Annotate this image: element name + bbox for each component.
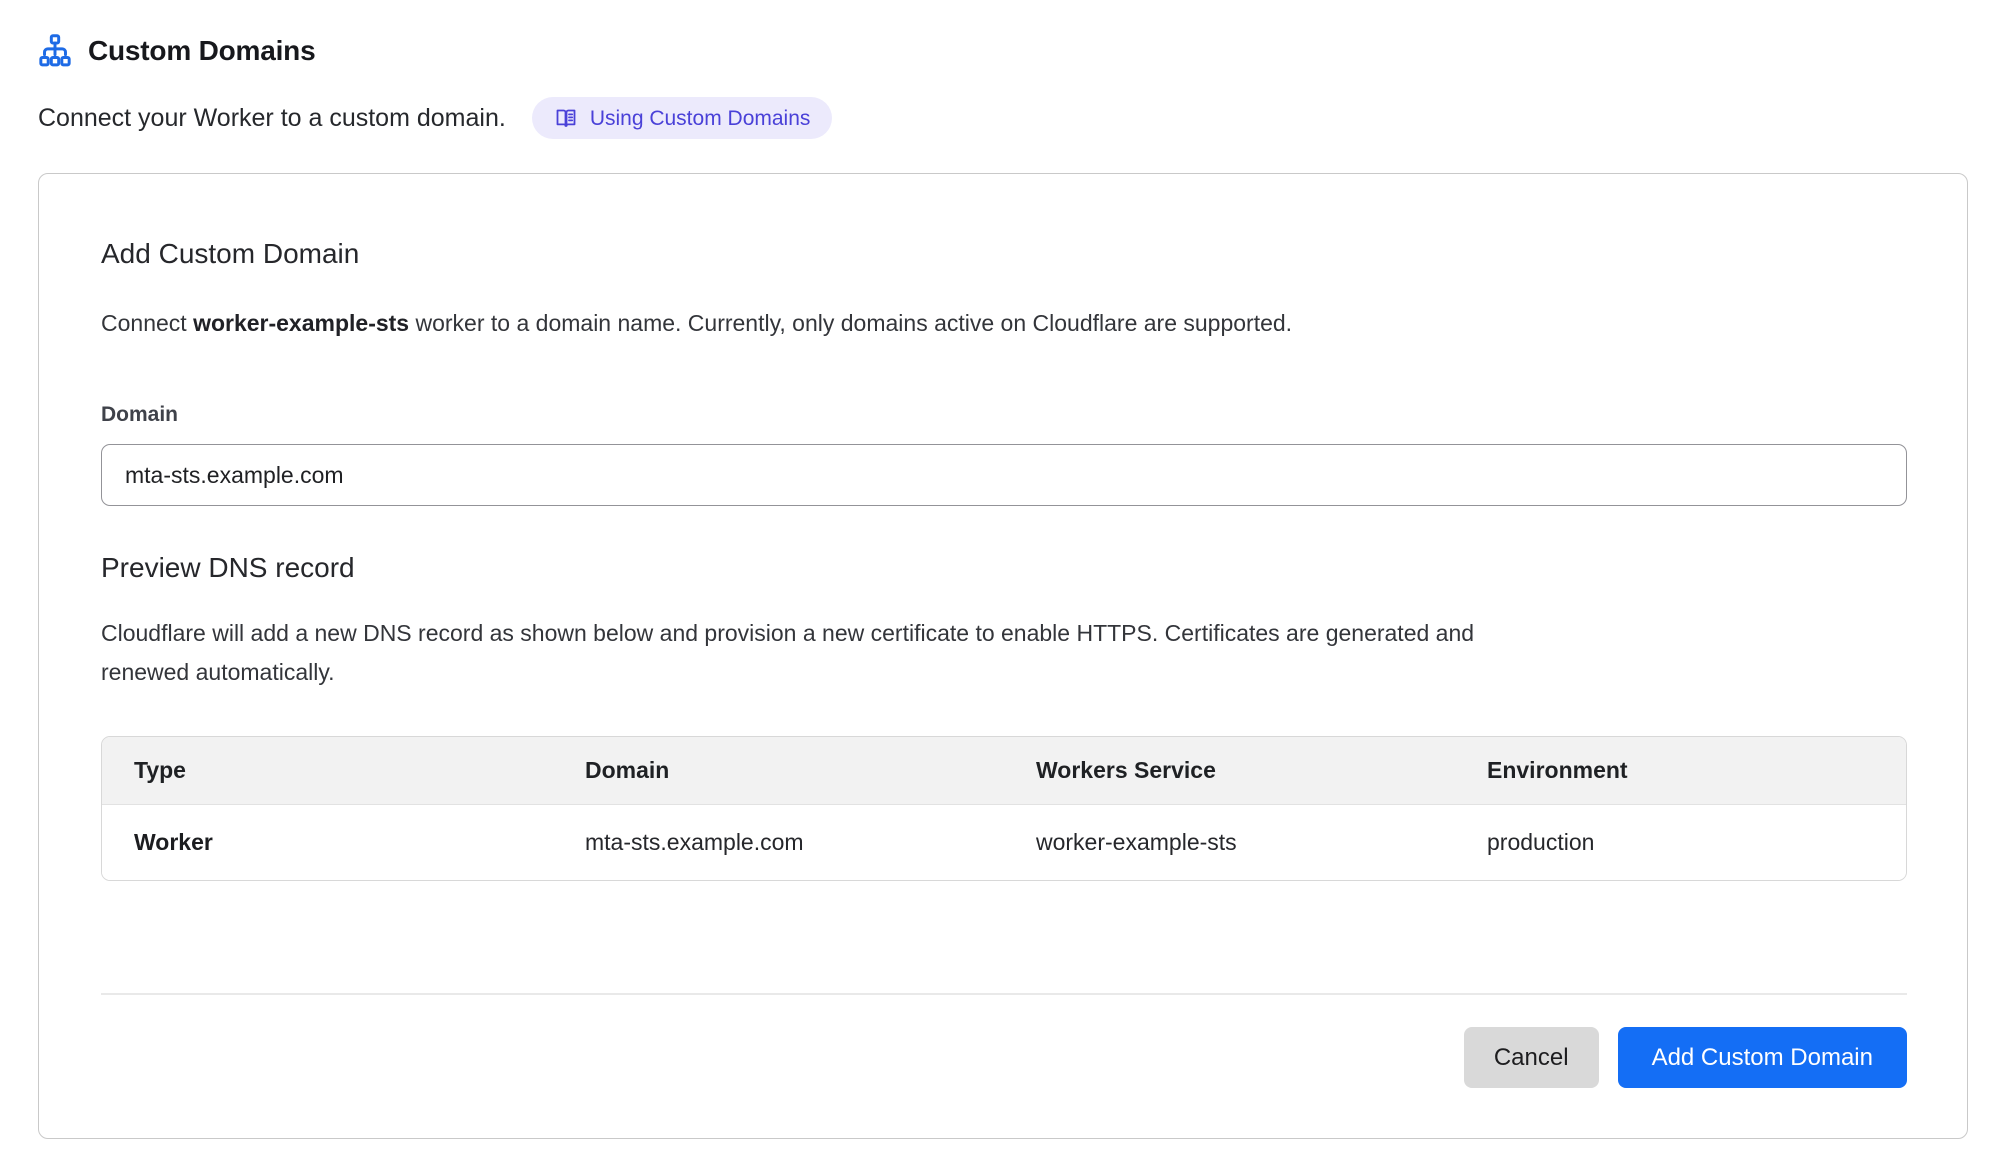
page-subtitle: Connect your Worker to a custom domain. (38, 104, 506, 133)
custom-domains-page: Custom Domains Connect your Worker to a … (0, 0, 1999, 1159)
page-header: Custom Domains (38, 30, 1968, 72)
table-header-row: Type Domain Workers Service Environment (102, 737, 1906, 805)
worker-name: worker-example-sts (193, 310, 409, 336)
table-row: Worker mta-sts.example.com worker-exampl… (102, 805, 1906, 880)
dns-preview-table: Type Domain Workers Service Environment … (101, 736, 1907, 881)
preview-dns-heading: Preview DNS record (101, 552, 1907, 584)
domain-label: Domain (101, 403, 1907, 427)
cell-environment: production (1455, 805, 1906, 880)
page-subtitle-row: Connect your Worker to a custom domain. … (38, 96, 1968, 140)
cell-workers-service: worker-example-sts (1004, 805, 1455, 880)
using-custom-domains-link[interactable]: Using Custom Domains (532, 97, 833, 139)
cancel-button[interactable]: Cancel (1464, 1027, 1599, 1088)
dialog-description: Connect worker-example-sts worker to a d… (101, 308, 1907, 339)
page-title: Custom Domains (88, 35, 315, 67)
sitemap-icon (38, 34, 72, 68)
docs-badge-label: Using Custom Domains (590, 108, 811, 129)
footer-actions: Cancel Add Custom Domain (101, 1027, 1907, 1088)
cell-type: Worker (102, 805, 553, 880)
open-book-icon (554, 106, 578, 130)
dialog-heading: Add Custom Domain (101, 238, 1907, 270)
column-header-type: Type (102, 737, 553, 805)
description-prefix: Connect (101, 310, 193, 336)
add-custom-domain-button[interactable]: Add Custom Domain (1618, 1027, 1907, 1088)
add-custom-domain-card: Add Custom Domain Connect worker-example… (38, 173, 1968, 1139)
column-header-environment: Environment (1455, 737, 1906, 805)
footer-divider (101, 993, 1907, 995)
domain-input[interactable] (101, 444, 1907, 506)
preview-dns-description: Cloudflare will add a new DNS record as … (101, 614, 1549, 692)
cell-domain: mta-sts.example.com (553, 805, 1004, 880)
description-suffix: worker to a domain name. Currently, only… (409, 310, 1292, 336)
column-header-domain: Domain (553, 737, 1004, 805)
column-header-workers-service: Workers Service (1004, 737, 1455, 805)
